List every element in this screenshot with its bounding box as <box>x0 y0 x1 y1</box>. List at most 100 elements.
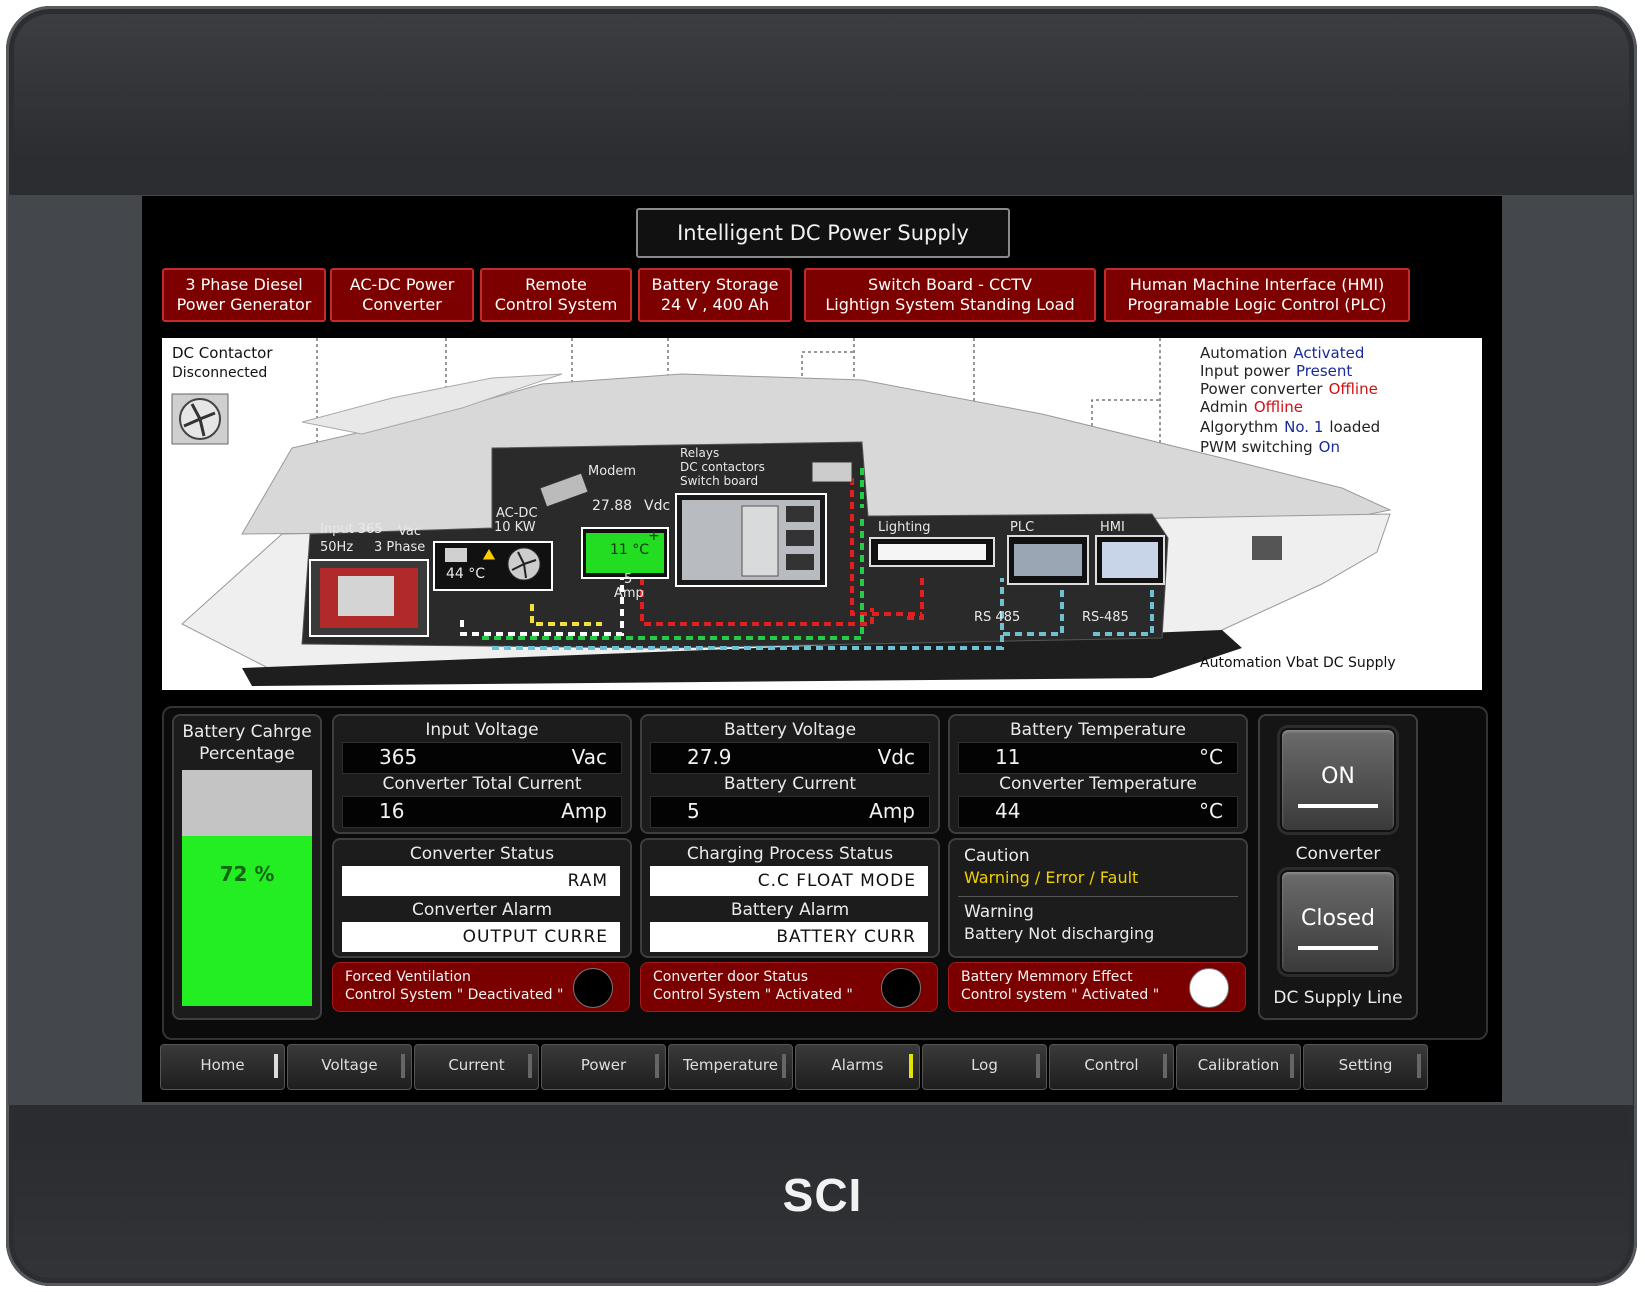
battery-voltage-display: 27.9 Vdc <box>650 742 930 774</box>
status-input-power: Input power Present <box>1200 362 1352 380</box>
battery-current-title: Battery Current <box>723 774 857 794</box>
converter-alarm-value: OUTPUT CURRE <box>342 922 620 952</box>
status-value: On <box>1318 438 1340 456</box>
battery-voltage-readout: 27.88 <box>592 498 633 514</box>
status-label: Algorythm <box>1200 418 1279 436</box>
header-battery-storage[interactable]: Battery Storage 24 V , 400 Ah <box>638 268 792 322</box>
nav-power[interactable]: Power <box>541 1044 666 1090</box>
converter-on-button[interactable]: ON <box>1280 728 1396 832</box>
battery-current-display: 5 Amp <box>650 796 930 828</box>
nav-home[interactable]: Home <box>160 1044 285 1090</box>
nav-temperature[interactable]: Temperature <box>668 1044 793 1090</box>
header-line: Programable Logic Control (PLC) <box>1127 295 1387 314</box>
status-suffix: loaded <box>1329 418 1381 436</box>
status-admin: Admin Offline <box>1200 398 1303 416</box>
button-indicator <box>1298 804 1378 808</box>
nav-control[interactable]: Control <box>1049 1044 1174 1090</box>
battery-temperature-title: Battery Temperature <box>1009 720 1186 740</box>
unit: Vdc <box>877 745 915 769</box>
status-line: Control System " Deactivated " <box>345 987 564 1003</box>
rs485-label: RS-485 <box>1082 610 1129 625</box>
nav-label: Alarms <box>831 1056 884 1074</box>
status-pwm: PWM switching On <box>1200 438 1340 456</box>
battery-amp-unit: Amp <box>614 586 644 601</box>
nav-current[interactable]: Current <box>414 1044 539 1090</box>
header-line: Power Generator <box>176 295 312 314</box>
indicator-light <box>1189 968 1229 1008</box>
button-indicator <box>1298 946 1378 950</box>
nav-marker <box>909 1054 913 1078</box>
relays-label: Switch board <box>680 474 759 488</box>
button-label: ON <box>1321 764 1355 789</box>
status-line: Control System " Activated " <box>653 987 853 1003</box>
battery-amp-value: 5 <box>624 572 633 587</box>
battery-memory-effect-status[interactable]: Battery Memmory Effect Control system " A… <box>948 962 1246 1012</box>
status-label: PWM switching <box>1200 438 1313 456</box>
nav-label: Log <box>971 1056 998 1074</box>
header-switch-board[interactable]: Switch Board - CCTV Lightign System Stan… <box>804 268 1096 322</box>
warning-text: Battery Not discharging <box>964 924 1155 943</box>
caution-text: Warning / Error / Fault <box>964 868 1139 887</box>
nav-marker <box>782 1054 786 1078</box>
converter-current-title: Converter Total Current <box>382 774 582 794</box>
status-power-converter: Power converter Offline <box>1200 380 1378 398</box>
nav-marker <box>1417 1054 1421 1078</box>
value: 16 <box>379 799 405 823</box>
header-hmi-plc[interactable]: Human Machine Interface (HMI) Programabl… <box>1104 268 1410 322</box>
warning-title: Warning <box>964 902 1034 922</box>
battery-charge-subtitle: Percentage <box>199 744 295 764</box>
status-value: Offline <box>1253 398 1304 416</box>
header-line: 3 Phase Diesel <box>185 275 303 294</box>
indicator-light <box>881 968 921 1008</box>
battery-charge-panel: Battery Cahrge Percentage 72 % <box>172 714 322 1020</box>
header-remote-control[interactable]: Remote Control System <box>480 268 632 322</box>
battery-voltage-unit: Vdc <box>644 498 671 514</box>
status-line: Forced Ventilation <box>345 969 471 985</box>
nav-alarms[interactable]: Alarms <box>795 1044 920 1090</box>
input-voltage-title: Input Voltage <box>425 720 539 740</box>
input-voltage-label: Input 365 <box>320 522 383 537</box>
modem-label: Modem <box>588 464 637 479</box>
relays-label: DC contactors <box>680 460 765 474</box>
header-acdc-converter[interactable]: AC-DC Power Converter <box>330 268 474 322</box>
converter-door-status[interactable]: Converter door Status Control System " Ac… <box>640 962 938 1012</box>
converter-alarm-title: Converter Alarm <box>411 900 553 920</box>
header-line: AC-DC Power <box>349 275 455 294</box>
nav-label: Voltage <box>321 1056 378 1074</box>
unit: °C <box>1199 799 1223 823</box>
converter-status-value: RAM <box>342 866 620 896</box>
converter-status-panel: Converter Status RAM Converter Alarm OUT… <box>332 838 632 958</box>
system-diagram: DC Contactor Disconnected Input 365 Vac … <box>162 338 1482 690</box>
nav-label: Temperature <box>682 1056 779 1074</box>
header-line: Remote <box>525 275 587 294</box>
nav-marker <box>1163 1054 1167 1078</box>
battery-alarm-value: BATTERY CURR <box>650 922 928 952</box>
nav-marker <box>1290 1054 1294 1078</box>
value: 11 <box>995 745 1021 769</box>
input-voltage-unit: Vac <box>398 524 421 539</box>
caution-panel: Caution Warning / Error / Fault Warning … <box>948 838 1248 958</box>
charging-status-title: Charging Process Status <box>686 844 894 864</box>
plc-label: PLC <box>1010 520 1035 535</box>
nav-setting[interactable]: Setting <box>1303 1044 1428 1090</box>
indicator-light <box>573 968 613 1008</box>
converter-temperature-title: Converter Temperature <box>999 774 1197 794</box>
nav-label: Control <box>1084 1056 1139 1074</box>
acdc-label: AC-DC <box>496 506 538 521</box>
dc-supply-closed-button[interactable]: Closed <box>1280 870 1396 974</box>
nav-voltage[interactable]: Voltage <box>287 1044 412 1090</box>
value: 27.9 <box>687 745 732 769</box>
hmi-label: HMI <box>1100 520 1125 535</box>
nav-calibration[interactable]: Calibration <box>1176 1044 1301 1090</box>
unit: Amp <box>869 799 915 823</box>
rs485-label: RS 485 <box>974 610 1021 625</box>
nav-marker <box>528 1054 532 1078</box>
input-frequency: 50Hz <box>320 540 354 555</box>
status-value: No. 1 <box>1284 418 1324 436</box>
nav-label: Home <box>200 1056 245 1074</box>
header-line: Control System <box>494 295 618 314</box>
header-diesel-generator[interactable]: 3 Phase Diesel Power Generator <box>162 268 326 322</box>
nav-log[interactable]: Log <box>922 1044 1047 1090</box>
forced-ventilation-status[interactable]: Forced Ventilation Control System " Deact… <box>332 962 630 1012</box>
converter-label: Converter <box>1295 844 1381 864</box>
